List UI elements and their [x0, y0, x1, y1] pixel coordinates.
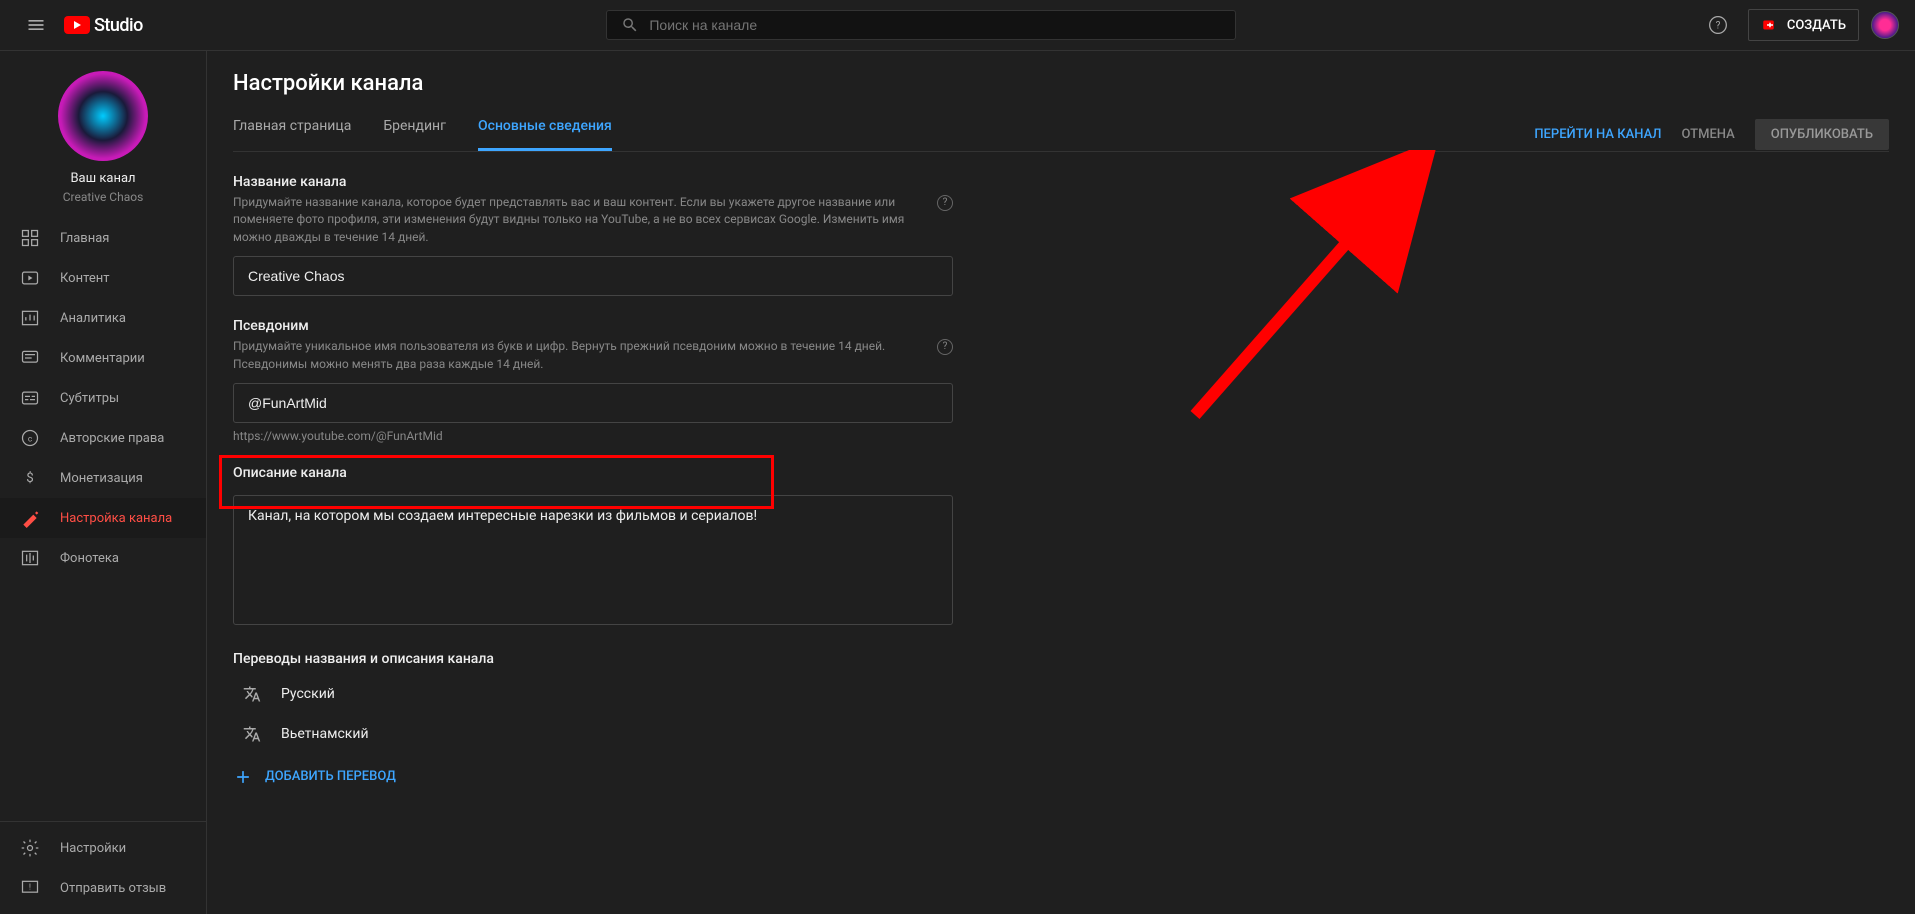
sidebar-item-customize[interactable]: Настройка канала [0, 498, 206, 538]
translation-lang-vietnamese[interactable]: Вьетнамский [233, 721, 953, 747]
sidebar-item-label: Комментарии [60, 351, 145, 366]
sidebar-item-label: Контент [60, 271, 109, 286]
sidebar-item-label: Субтитры [60, 391, 119, 406]
search-input[interactable] [649, 17, 1221, 33]
handle-url: https://www.youtube.com/@FunArtMid [233, 429, 953, 443]
publish-button[interactable]: ОПУБЛИКОВАТЬ [1755, 119, 1889, 150]
svg-text:$: $ [26, 471, 34, 486]
channel-name-input[interactable] [233, 256, 953, 296]
lang-label: Вьетнамский [281, 726, 369, 742]
studio-logo[interactable]: Studio [64, 15, 143, 36]
svg-text:c: c [28, 434, 33, 444]
search-icon [621, 16, 639, 34]
help-icon[interactable]: ? [937, 339, 953, 355]
plus-icon [233, 767, 253, 787]
comments-icon [20, 348, 40, 368]
translation-lang-russian[interactable]: Русский [233, 681, 953, 707]
sidebar-item-audio[interactable]: Фонотека [0, 538, 206, 578]
channel-name-help: Придумайте название канала, которое буде… [233, 194, 931, 246]
tab-basic-info[interactable]: Основные сведения [478, 118, 612, 151]
sidebar-settings[interactable]: Настройки [0, 828, 206, 868]
add-translation-button[interactable]: ДОБАВИТЬ ПЕРЕВОД [233, 767, 953, 787]
search-box[interactable] [606, 10, 1236, 40]
help-icon[interactable]: ? [937, 195, 953, 211]
sidebar-item-label: Монетизация [60, 471, 143, 486]
sidebar-item-comments[interactable]: Комментарии [0, 338, 206, 378]
logo-text: Studio [94, 15, 143, 36]
translate-icon [243, 725, 261, 743]
sidebar-item-analytics[interactable]: Аналитика [0, 298, 206, 338]
description-textarea[interactable] [233, 495, 953, 625]
channel-name: Creative Chaos [0, 190, 206, 204]
translate-icon [243, 685, 261, 703]
tab-branding[interactable]: Брендинг [383, 118, 446, 151]
sidebar-item-label: Главная [60, 231, 109, 246]
gear-icon [20, 838, 40, 858]
sidebar-item-label: Авторские права [60, 431, 164, 446]
description-label: Описание канала [233, 465, 953, 481]
channel-block[interactable]: Ваш канал Creative Chaos [0, 51, 206, 218]
account-avatar[interactable] [1871, 11, 1899, 39]
sidebar-item-label: Настройки [60, 841, 126, 856]
tab-home[interactable]: Главная страница [233, 118, 351, 151]
sidebar-feedback[interactable]: ! Отправить отзыв [0, 868, 206, 908]
sidebar-item-label: Настройка канала [60, 511, 172, 526]
analytics-icon [20, 308, 40, 328]
translations-label: Переводы названия и описания канала [233, 651, 953, 667]
view-channel-link[interactable]: ПЕРЕЙТИ НА КАНАЛ [1534, 127, 1661, 142]
feedback-icon: ! [20, 878, 40, 898]
add-translation-label: ДОБАВИТЬ ПЕРЕВОД [265, 769, 396, 784]
handle-help: Придумайте уникальное имя пользователя и… [233, 338, 931, 373]
create-label: СОЗДАТЬ [1787, 18, 1846, 33]
hamburger-menu-button[interactable] [16, 5, 56, 45]
youtube-icon [64, 16, 90, 34]
copyright-icon: c [20, 428, 40, 448]
channel-your-label: Ваш канал [0, 171, 206, 186]
sidebar-item-monetization[interactable]: $ Монетизация [0, 458, 206, 498]
sidebar-item-subtitles[interactable]: Субтитры [0, 378, 206, 418]
handle-input[interactable] [233, 383, 953, 423]
channel-name-label: Название канала [233, 174, 953, 190]
sidebar-item-content[interactable]: Контент [0, 258, 206, 298]
sidebar-item-label: Аналитика [60, 311, 126, 326]
sidebar-item-label: Отправить отзыв [60, 881, 166, 896]
create-icon [1761, 16, 1779, 34]
sidebar-item-label: Фонотека [60, 551, 119, 566]
cancel-button[interactable]: ОТМЕНА [1682, 127, 1735, 142]
handle-label: Псевдоним [233, 318, 953, 334]
video-icon [20, 268, 40, 288]
help-button[interactable]: ? [1700, 7, 1736, 43]
svg-text:?: ? [1715, 20, 1720, 31]
audio-icon [20, 548, 40, 568]
subtitles-icon [20, 388, 40, 408]
sidebar-item-dashboard[interactable]: Главная [0, 218, 206, 258]
channel-avatar [58, 71, 148, 161]
customize-icon [20, 508, 40, 528]
create-button[interactable]: СОЗДАТЬ [1748, 9, 1859, 41]
svg-text:!: ! [29, 883, 31, 893]
money-icon: $ [20, 468, 40, 488]
lang-label: Русский [281, 686, 335, 702]
page-title: Настройки канала [233, 71, 1889, 96]
sidebar-item-copyright[interactable]: c Авторские права [0, 418, 206, 458]
dashboard-icon [20, 228, 40, 248]
